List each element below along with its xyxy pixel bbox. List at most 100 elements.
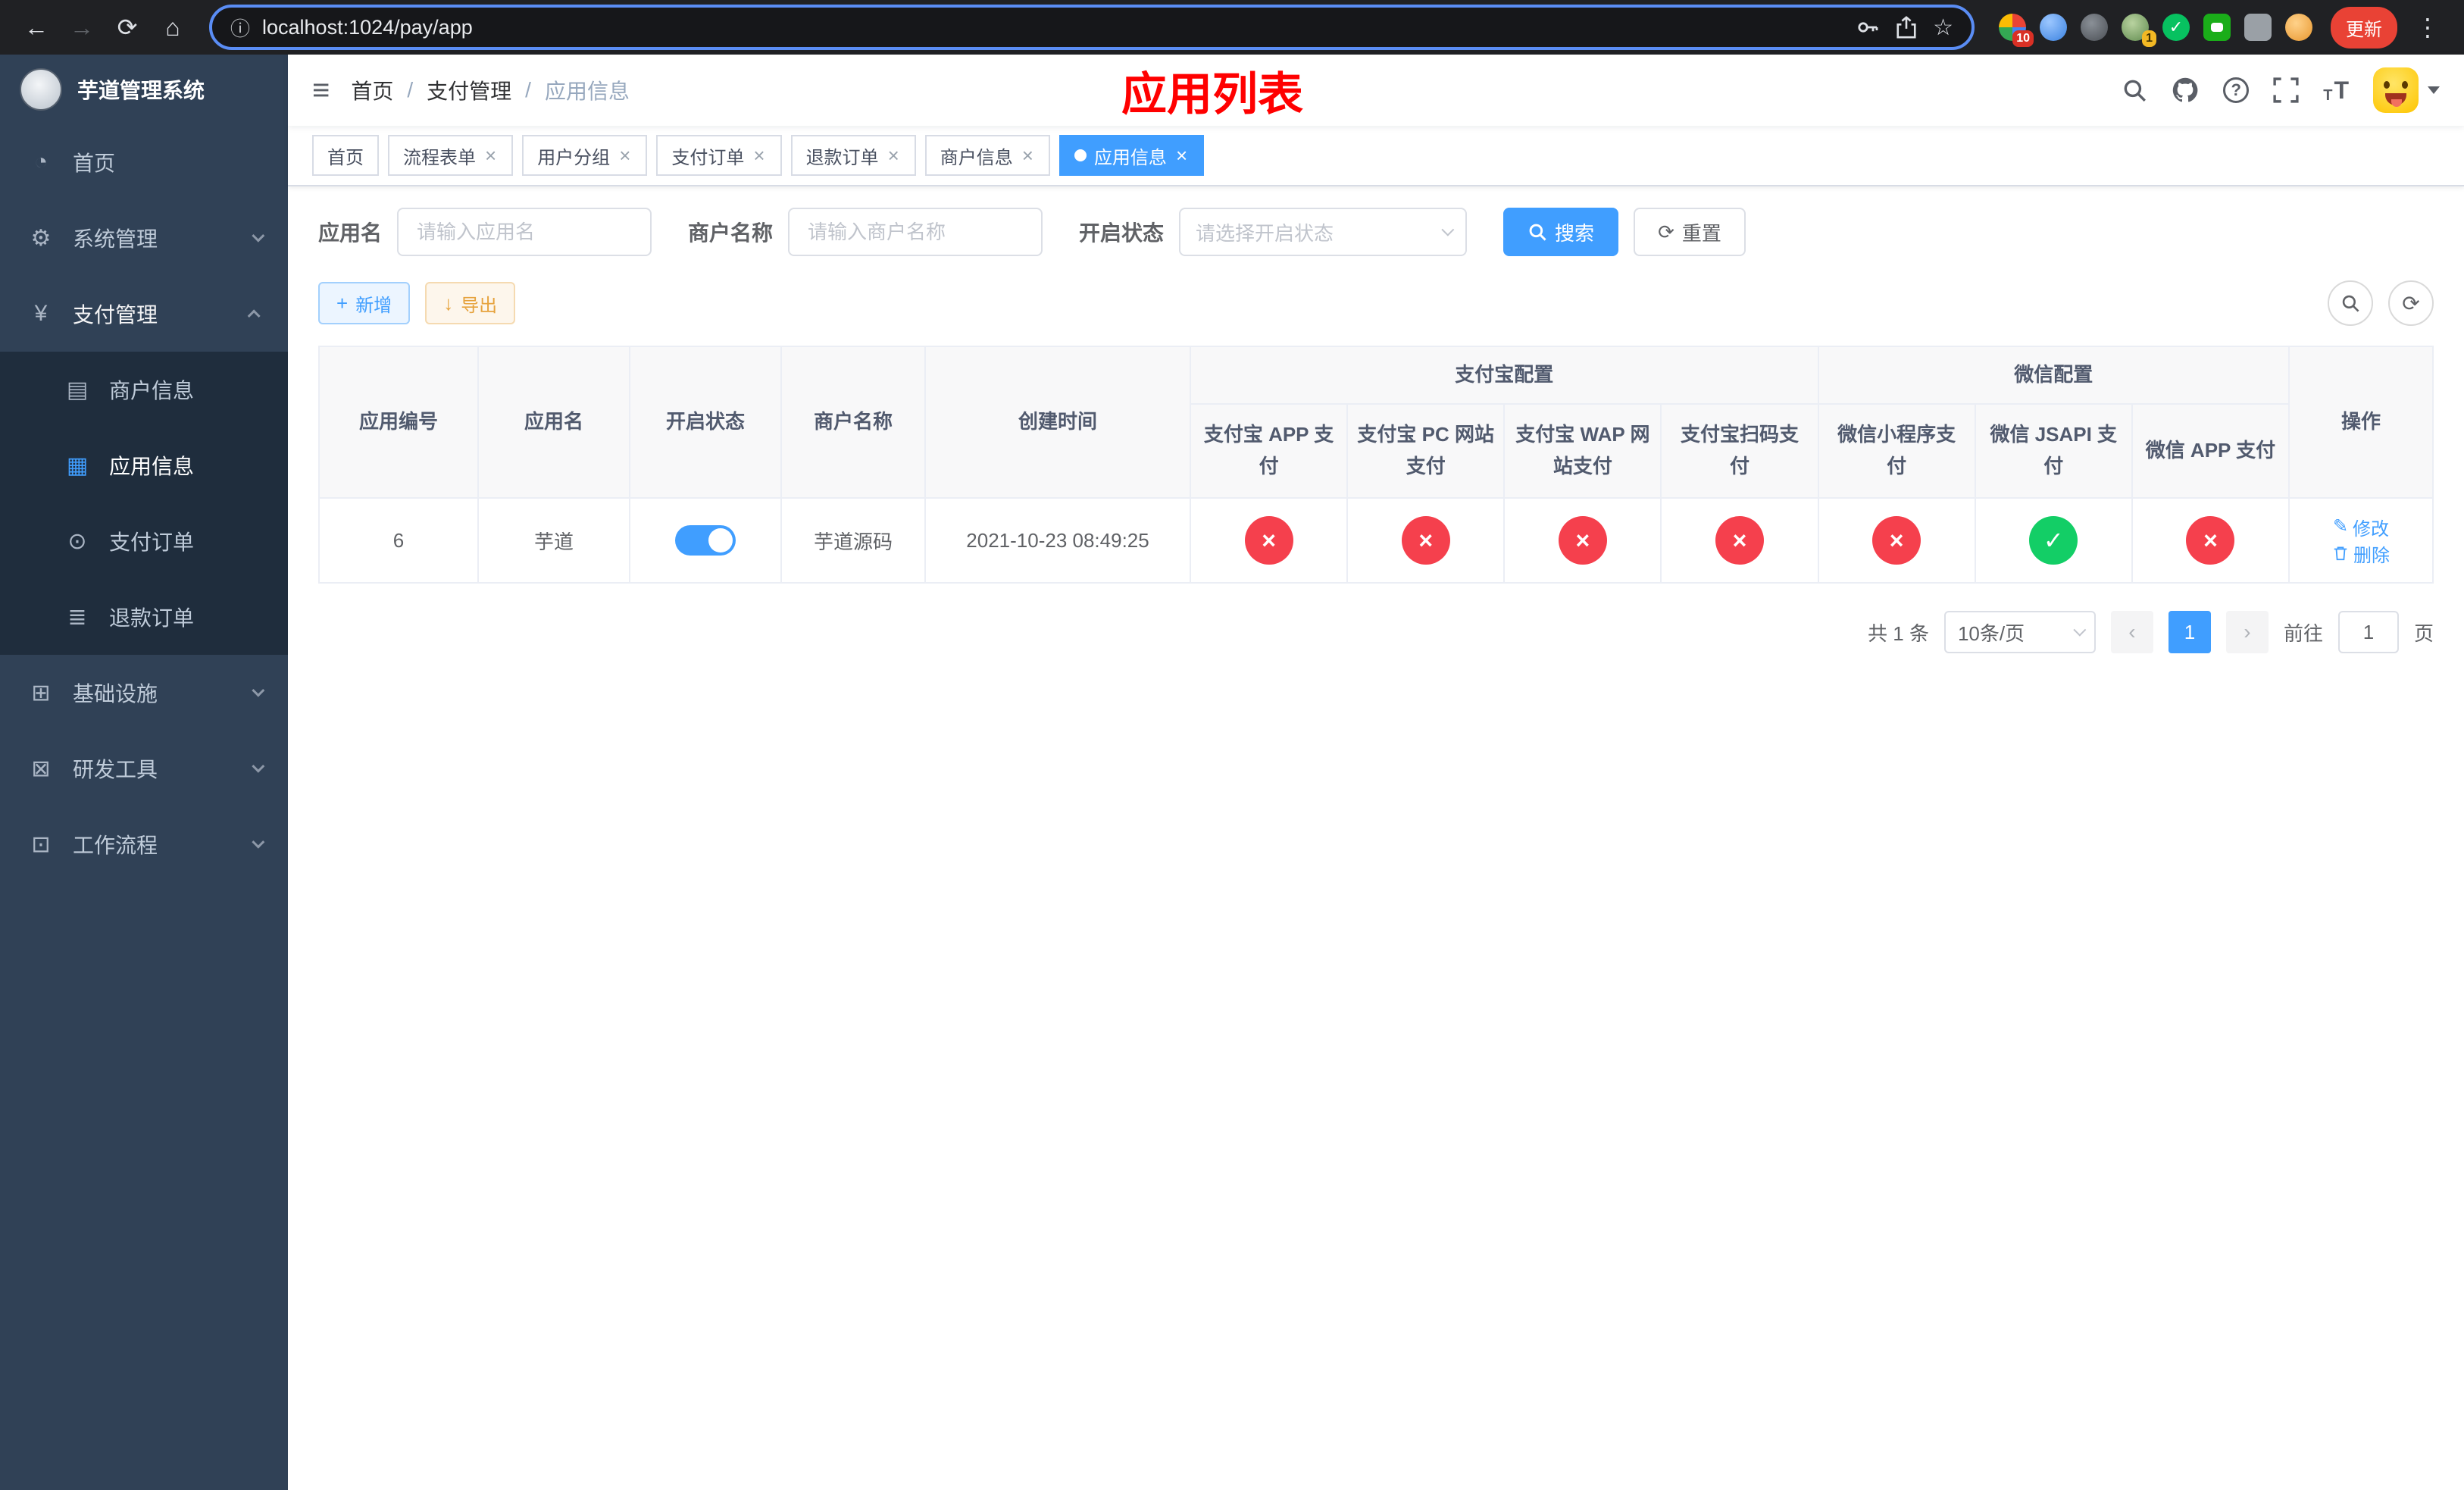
extension-blue-icon[interactable] bbox=[2040, 14, 2067, 41]
sidebar-item-payment[interactable]: ¥ 支付管理 bbox=[0, 276, 288, 352]
browser-forward-button[interactable]: → bbox=[61, 6, 103, 49]
tab-refund-orders[interactable]: 退款订单 × bbox=[790, 135, 916, 176]
breadcrumb-payment[interactable]: 支付管理 bbox=[427, 75, 511, 105]
extension-globe-icon[interactable] bbox=[2081, 14, 2108, 41]
browser-back-button[interactable]: ← bbox=[15, 6, 58, 49]
reset-button[interactable]: ⟳ 重置 bbox=[1634, 208, 1746, 256]
profile-avatar-icon[interactable] bbox=[2285, 14, 2312, 41]
sidebar-item-devtools[interactable]: ⊠ 研发工具 bbox=[0, 731, 288, 806]
sidebar-item-refund-orders[interactable]: ≣ 退款订单 bbox=[0, 579, 288, 655]
extension-check-icon[interactable] bbox=[2162, 14, 2190, 41]
fullscreen-icon[interactable] bbox=[2273, 77, 2299, 103]
browser-menu-icon[interactable]: ⋮ bbox=[2406, 6, 2449, 49]
browser-reload-button[interactable]: ⟳ bbox=[106, 6, 149, 49]
search-button-label: 搜索 bbox=[1555, 221, 1595, 245]
extension-chat-icon[interactable] bbox=[2203, 14, 2231, 41]
font-size-icon[interactable]: TT bbox=[2323, 77, 2349, 105]
password-key-icon[interactable] bbox=[1856, 15, 1880, 39]
col-header-alipay-app: 支付宝 APP 支付 bbox=[1190, 403, 1349, 499]
font-size-big-glyph: T bbox=[2334, 76, 2349, 104]
add-button-label: 新增 bbox=[355, 295, 392, 316]
search-icon[interactable] bbox=[2122, 77, 2147, 103]
page-number-button[interactable]: 1 bbox=[2168, 611, 2211, 653]
edit-label: 修改 bbox=[2353, 518, 2390, 540]
tab-merchant-info[interactable]: 商户信息 × bbox=[924, 135, 1050, 176]
sidebar-item-label: 研发工具 bbox=[73, 758, 158, 781]
tab-user-group[interactable]: 用户分组 × bbox=[522, 135, 648, 176]
col-header-wechat-app: 微信 APP 支付 bbox=[2131, 403, 2290, 499]
extension-pinwheel-icon[interactable]: 10 bbox=[1999, 14, 2034, 47]
app-logo-row[interactable]: 芋道管理系统 bbox=[0, 55, 288, 124]
refresh-icon: ⟳ bbox=[2402, 291, 2420, 315]
cell-alipay-app: × bbox=[1190, 497, 1349, 584]
cell-alipay-pc: × bbox=[1346, 497, 1506, 584]
sidebar-item-system[interactable]: ⚙ 系统管理 bbox=[0, 200, 288, 276]
tab-label: 用户分组 bbox=[537, 147, 611, 168]
close-icon[interactable]: × bbox=[1174, 146, 1189, 165]
help-icon[interactable]: ? bbox=[2223, 77, 2250, 103]
close-icon[interactable]: × bbox=[752, 146, 766, 165]
breadcrumb-home[interactable]: 首页 bbox=[351, 75, 393, 105]
app-name-input[interactable] bbox=[397, 208, 652, 256]
sidebar-collapse-icon[interactable]: ≡ bbox=[312, 75, 330, 105]
add-button[interactable]: + 新增 bbox=[318, 282, 411, 324]
status-icon: × bbox=[1401, 516, 1450, 565]
cell-wechat-mini: × bbox=[1817, 497, 1976, 584]
chevron-down-icon bbox=[252, 229, 265, 243]
avatar-emoji bbox=[2373, 67, 2419, 113]
sidebar-item-label: 工作流程 bbox=[73, 834, 158, 857]
font-size-small-glyph: T bbox=[2323, 86, 2333, 104]
edit-link[interactable]: ✎ 修改 bbox=[2333, 514, 2389, 540]
tab-app-info[interactable]: 应用信息 × bbox=[1058, 135, 1205, 176]
col-header-wechat-jsapi: 微信 JSAPI 支付 bbox=[1974, 403, 2133, 499]
tab-home[interactable]: 首页 bbox=[312, 135, 379, 176]
tags-view-bar: 首页 流程表单 × 用户分组 × 支付订单 × 退款订单 × 商户信息 × 应用信息 × bbox=[288, 126, 2464, 186]
chevron-down-icon bbox=[252, 759, 265, 773]
browser-home-button[interactable]: ⌂ bbox=[152, 6, 194, 49]
sidebar-item-home[interactable]: ◔ 首页 bbox=[0, 124, 288, 200]
tab-process-form[interactable]: 流程表单 × bbox=[388, 135, 514, 176]
extensions-puzzle-icon[interactable] bbox=[2244, 14, 2272, 41]
sidebar-item-payment-orders[interactable]: ⊙ 支付订单 bbox=[0, 503, 288, 579]
export-button[interactable]: ↓ 导出 bbox=[425, 282, 516, 324]
sidebar-item-workflow[interactable]: ⊡ 工作流程 bbox=[0, 806, 288, 882]
yen-icon: ¥ bbox=[34, 301, 48, 326]
browser-update-button[interactable]: 更新 bbox=[2331, 6, 2397, 49]
address-bar[interactable]: ⓘ localhost:1024/pay/app ☆ bbox=[209, 5, 1975, 50]
sidebar-item-infrastructure[interactable]: ⊞ 基础设施 bbox=[0, 655, 288, 731]
refresh-icon: ⟳ bbox=[1658, 221, 1674, 243]
delete-link[interactable]: 删除 bbox=[2332, 540, 2390, 567]
merchant-name-input[interactable] bbox=[788, 208, 1043, 256]
sidebar-item-merchant-info[interactable]: ▤ 商户信息 bbox=[0, 352, 288, 427]
extension-avatar-icon[interactable]: 1 bbox=[2122, 14, 2156, 47]
close-icon[interactable]: × bbox=[886, 146, 901, 165]
page-size-select[interactable]: 10条/页 bbox=[1943, 611, 2096, 653]
share-icon[interactable] bbox=[1895, 16, 1918, 39]
user-avatar[interactable] bbox=[2373, 67, 2440, 113]
refresh-table-button[interactable]: ⟳ bbox=[2388, 280, 2434, 326]
goto-page-input[interactable] bbox=[2337, 611, 2399, 653]
status-select[interactable]: 请选择开启状态 bbox=[1179, 208, 1468, 256]
status-toggle[interactable] bbox=[675, 525, 736, 556]
close-icon[interactable]: × bbox=[1021, 146, 1035, 165]
app-table: 应用编号 应用名 开启状态 商户名称 创建时间 支付宝配置 微信配置 操作 支付… bbox=[318, 346, 2434, 584]
github-icon[interactable] bbox=[2172, 77, 2199, 104]
prev-page-button[interactable]: ‹ bbox=[2110, 611, 2153, 653]
tab-payment-orders[interactable]: 支付订单 × bbox=[656, 135, 782, 176]
col-group-wechat: 微信配置 bbox=[1817, 346, 2290, 405]
sidebar-item-app-info[interactable]: ▦ 应用信息 bbox=[0, 427, 288, 503]
toggle-search-button[interactable] bbox=[2328, 280, 2373, 326]
search-button[interactable]: 搜索 bbox=[1503, 208, 1619, 256]
chevron-down-icon bbox=[2428, 86, 2440, 94]
close-icon[interactable]: × bbox=[483, 146, 498, 165]
next-page-button[interactable]: › bbox=[2225, 611, 2269, 653]
main-area: ≡ 首页 / 支付管理 / 应用信息 应用列表 ? T T 首页 流程表单 × … bbox=[288, 55, 2464, 1490]
cell-wechat-app: × bbox=[2131, 497, 2290, 584]
col-header-app-id: 应用编号 bbox=[318, 346, 479, 499]
close-icon[interactable]: × bbox=[618, 146, 632, 165]
bookmark-star-icon[interactable]: ☆ bbox=[1933, 14, 1953, 41]
site-info-icon[interactable]: ⓘ bbox=[230, 14, 250, 42]
tab-label: 支付订单 bbox=[671, 147, 745, 168]
col-header-create-time: 创建时间 bbox=[924, 346, 1191, 499]
page-title: 应用列表 bbox=[1121, 68, 1303, 120]
